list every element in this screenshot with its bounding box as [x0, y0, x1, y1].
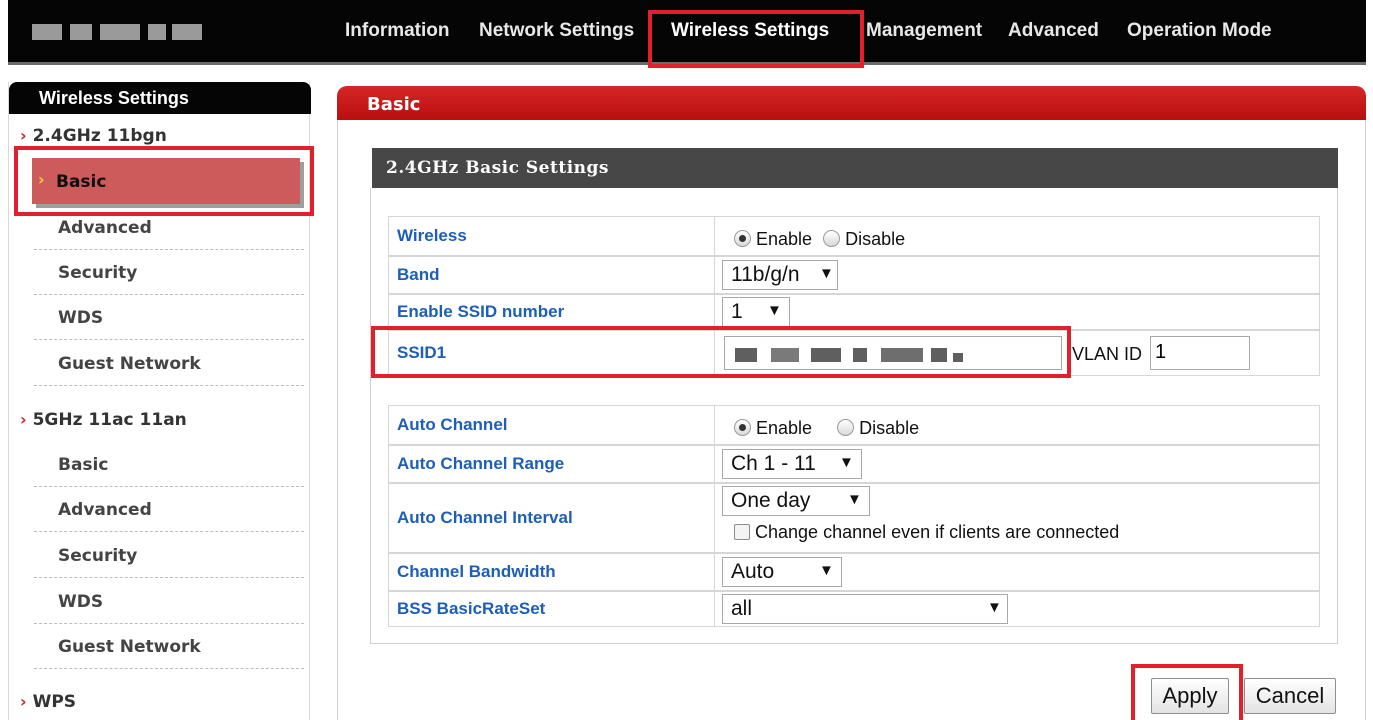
channel-bandwidth-label: Channel Bandwidth	[389, 554, 715, 590]
sidebar-item-5ghz-guest-network[interactable]: Guest Network	[34, 625, 304, 669]
nav-operation-mode[interactable]: Operation Mode	[1127, 20, 1272, 42]
auto-channel-label: Auto Channel	[389, 406, 715, 444]
change-channel-checkbox[interactable]	[734, 524, 750, 540]
wireless-label: Wireless	[389, 217, 715, 255]
auto-channel-range-label: Auto Channel Range	[389, 446, 715, 482]
auto-channel-disable-radio[interactable]	[837, 419, 855, 436]
chevron-right-icon: ›	[38, 170, 45, 189]
auto-channel-disable-label: Disable	[859, 418, 920, 438]
band-row: Band	[388, 256, 1320, 294]
sidebar-group-wps[interactable]: › WPS	[10, 692, 312, 720]
sidebar-item-5ghz-security[interactable]: Security	[34, 534, 304, 578]
nav-wireless-settings[interactable]: Wireless Settings	[671, 20, 829, 42]
wireless-enable-label: Enable	[756, 229, 813, 249]
dropdown-arrow-icon: ▼	[987, 599, 1002, 616]
sidebar-item-5ghz-basic[interactable]: Basic	[34, 443, 304, 487]
apply-button[interactable]: Apply	[1151, 678, 1229, 714]
sidebar-group-5ghz[interactable]: › 5GHz 11ac 11an	[10, 410, 312, 440]
sidebar-item-2-4ghz-wds[interactable]: WDS	[34, 296, 304, 340]
settings-panel-title: 2.4GHz Basic Settings	[372, 148, 1338, 188]
band-label: Band	[389, 257, 715, 293]
auto-channel-range-select[interactable]: Ch 1 - 11 ▼	[722, 449, 862, 479]
ssid-number-row: Enable SSID number	[388, 294, 1320, 330]
logo	[22, 14, 227, 48]
ssid-number-label: Enable SSID number	[389, 295, 715, 329]
sidebar-group-2-4ghz[interactable]: › 2.4GHz 11bgn	[10, 126, 312, 156]
bss-basic-rate-set-select[interactable]: all ▼	[722, 594, 1008, 624]
vlan-id-input[interactable]: 1	[1150, 336, 1250, 370]
dropdown-arrow-icon: ▼	[839, 454, 854, 471]
chevron-right-icon: ›	[20, 692, 27, 711]
change-channel-checkbox-label: Change channel even if clients are conne…	[755, 522, 1120, 542]
sidebar-item-2-4ghz-guest-network[interactable]: Guest Network	[34, 342, 304, 386]
auto-channel-interval-label: Auto Channel Interval	[389, 484, 715, 552]
channel-bandwidth-select[interactable]: Auto ▼	[722, 557, 842, 587]
nav-management[interactable]: Management	[866, 20, 982, 42]
dropdown-arrow-icon: ▼	[819, 562, 834, 579]
dropdown-arrow-icon: ▼	[819, 265, 834, 282]
sidebar-item-5ghz-wds[interactable]: WDS	[34, 580, 304, 624]
cancel-button[interactable]: Cancel	[1244, 678, 1336, 714]
wireless-row: Wireless Enable Disable	[388, 216, 1320, 256]
main-panel-header: Basic	[337, 86, 1366, 120]
band-select[interactable]: 11b/g/n ▼	[722, 260, 838, 290]
bss-basic-rate-set-label: BSS BasicRateSet	[389, 592, 715, 626]
wireless-disable-radio[interactable]	[823, 230, 841, 247]
channel-bandwidth-row: Channel Bandwidth	[388, 553, 1320, 591]
ssid-number-select[interactable]: 1 ▼	[722, 297, 790, 327]
sidebar-item-2-4ghz-basic[interactable]: › Basic	[32, 158, 300, 204]
nav-network-settings[interactable]: Network Settings	[479, 20, 634, 42]
vlan-id-label: VLAN ID	[1072, 344, 1143, 364]
nav-information[interactable]: Information	[345, 20, 450, 42]
ssid1-input[interactable]	[724, 336, 1062, 370]
ssid1-label: SSID1	[389, 331, 715, 375]
sidebar-item-2-4ghz-advanced[interactable]: Advanced	[34, 206, 304, 250]
chevron-right-icon: ›	[20, 410, 27, 429]
nav-advanced[interactable]: Advanced	[1008, 20, 1099, 42]
chevron-right-icon: ›	[20, 126, 27, 145]
wireless-disable-label: Disable	[845, 229, 906, 249]
auto-channel-interval-select[interactable]: One day ▼	[722, 486, 870, 516]
navbar-divider	[8, 62, 1366, 65]
wireless-enable-radio[interactable]	[734, 230, 751, 247]
sidebar-item-5ghz-advanced[interactable]: Advanced	[34, 488, 304, 532]
dropdown-arrow-icon: ▼	[767, 302, 782, 319]
sidebar-header: Wireless Settings	[9, 82, 311, 114]
change-channel-option: Change channel even if clients are conne…	[734, 522, 1119, 543]
auto-channel-enable-radio[interactable]	[734, 419, 751, 436]
dropdown-arrow-icon: ▼	[847, 491, 862, 508]
auto-channel-enable-label: Enable	[756, 418, 813, 438]
sidebar-item-2-4ghz-security[interactable]: Security	[34, 251, 304, 295]
auto-channel-row: Auto Channel Enable Disable	[388, 405, 1320, 445]
